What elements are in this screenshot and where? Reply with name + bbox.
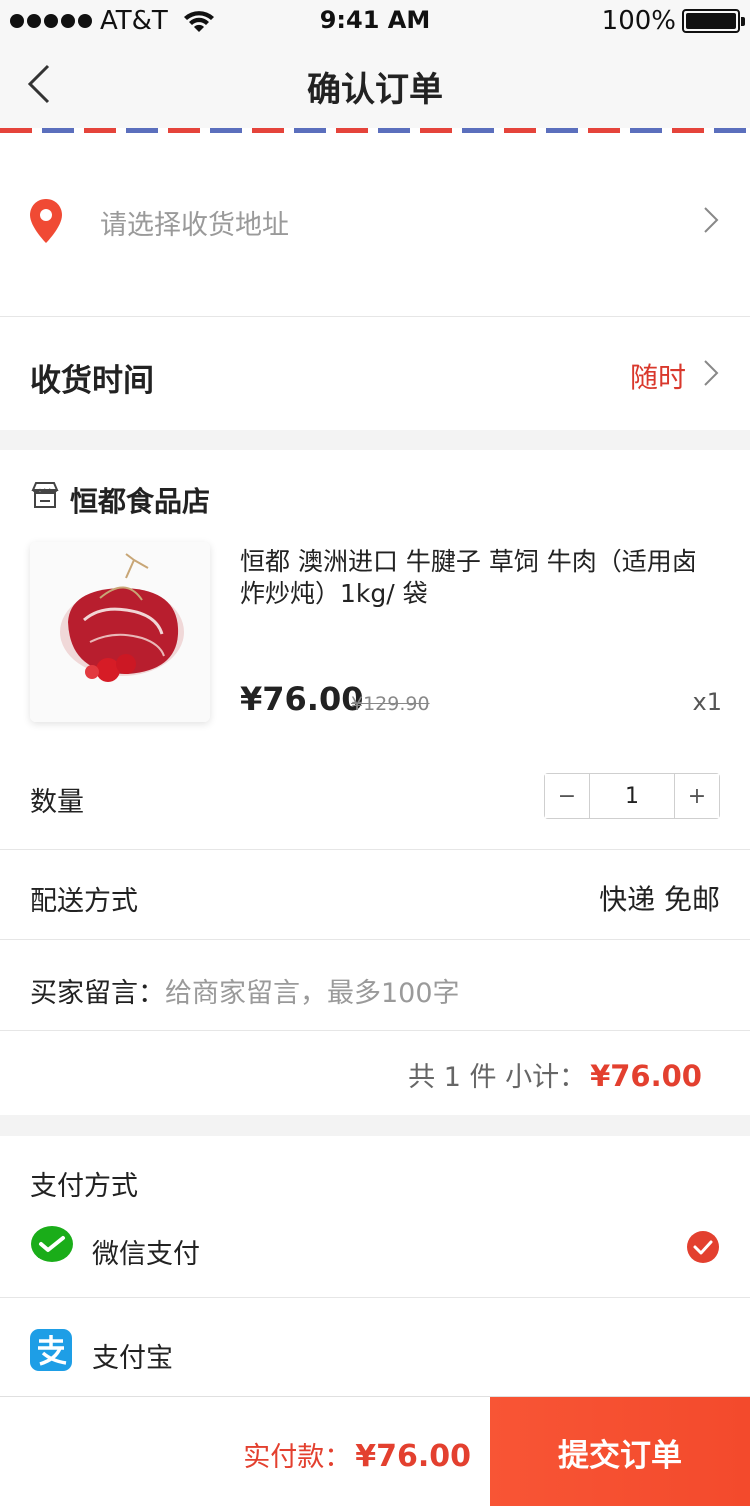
checkout-bar: 实付款： ¥76.00 提交订单 xyxy=(0,1396,750,1506)
product-original-price: ¥129.90 xyxy=(351,693,430,715)
chevron-right-icon xyxy=(704,360,719,386)
section-gap xyxy=(0,1115,750,1136)
submit-order-button[interactable]: 提交订单 xyxy=(490,1397,750,1506)
store-icon xyxy=(31,482,59,508)
product-name[interactable]: 恒都 澳洲进口 牛腱子 草饲 牛肉（适用卤炸炒炖）1kg/ 袋 xyxy=(240,546,720,610)
total-payable: 实付款： ¥76.00 xyxy=(243,1435,471,1474)
alipay-icon xyxy=(30,1329,72,1371)
total-amount: ¥76.00 xyxy=(355,1439,471,1474)
payment-label-alipay: 支付宝 xyxy=(92,1343,173,1374)
selected-check-icon[interactable] xyxy=(686,1230,720,1264)
memo-field[interactable]: 买家留言：给商家留言，最多100字 xyxy=(30,971,460,1010)
shipping-value: 快递 免邮 xyxy=(599,883,720,916)
beef-image xyxy=(30,542,210,722)
store-section: 恒都食品店 恒都 澳洲进口 牛腱子 草饲 牛肉（适用卤炸炒炖）1kg/ 袋 ¥7… xyxy=(0,450,750,1115)
status-bar: AT&T 9:41 AM 100% xyxy=(0,0,750,40)
payment-option-alipay[interactable]: 支付宝 xyxy=(0,1299,750,1396)
quantity-stepper: − 1 + xyxy=(544,773,720,819)
delivery-time-value: 随时 xyxy=(629,361,686,394)
order-subtotal: 共 1 件 小计： ¥76.00 xyxy=(408,1055,702,1094)
page-title: 确认订单 xyxy=(307,70,443,110)
memo-label: 买家留言： xyxy=(30,978,165,1009)
store-name: 恒都食品店 xyxy=(70,485,211,518)
wechat-pay-icon xyxy=(31,1226,73,1262)
payment-option-wechat[interactable]: 微信支付 xyxy=(0,1214,750,1298)
memo-row[interactable]: 买家留言：给商家留言，最多100字 xyxy=(0,940,750,1031)
payment-label-wechat: 微信支付 xyxy=(92,1239,200,1270)
payment-section: 支付方式 微信支付 支付宝 xyxy=(0,1136,750,1396)
subtotal-count-label: 共 1 件 小计： xyxy=(408,1062,587,1093)
status-right: 100% xyxy=(601,6,745,36)
delivery-time-row[interactable]: 收货时间 随时 xyxy=(0,318,750,430)
quantity-increment-button[interactable]: + xyxy=(675,774,719,818)
shipping-row[interactable]: 配送方式 快递 免邮 xyxy=(0,850,750,940)
section-gap xyxy=(0,430,750,450)
battery-icon xyxy=(682,9,745,33)
quantity-label: 数量 xyxy=(30,787,84,818)
address-selector[interactable]: 请选择收货地址 xyxy=(0,133,750,317)
total-label: 实付款： xyxy=(243,1442,352,1473)
memo-placeholder[interactable]: 给商家留言，最多100字 xyxy=(165,978,460,1009)
location-pin-icon xyxy=(30,199,62,243)
quantity-decrement-button[interactable]: − xyxy=(545,774,589,818)
product-quantity: x1 xyxy=(692,688,722,716)
address-placeholder: 请选择收货地址 xyxy=(100,210,289,241)
shipping-label: 配送方式 xyxy=(30,886,138,917)
product-image[interactable] xyxy=(30,542,210,722)
quantity-value[interactable]: 1 xyxy=(589,774,675,818)
delivery-time-label: 收货时间 xyxy=(30,363,154,399)
product-price: ¥76.00 xyxy=(240,680,364,718)
subtotal-amount: ¥76.00 xyxy=(590,1059,702,1093)
nav-bar: 确认订单 xyxy=(0,40,750,128)
payment-title: 支付方式 xyxy=(30,1171,138,1202)
chevron-right-icon xyxy=(704,207,719,233)
battery-percent: 100% xyxy=(601,6,676,36)
